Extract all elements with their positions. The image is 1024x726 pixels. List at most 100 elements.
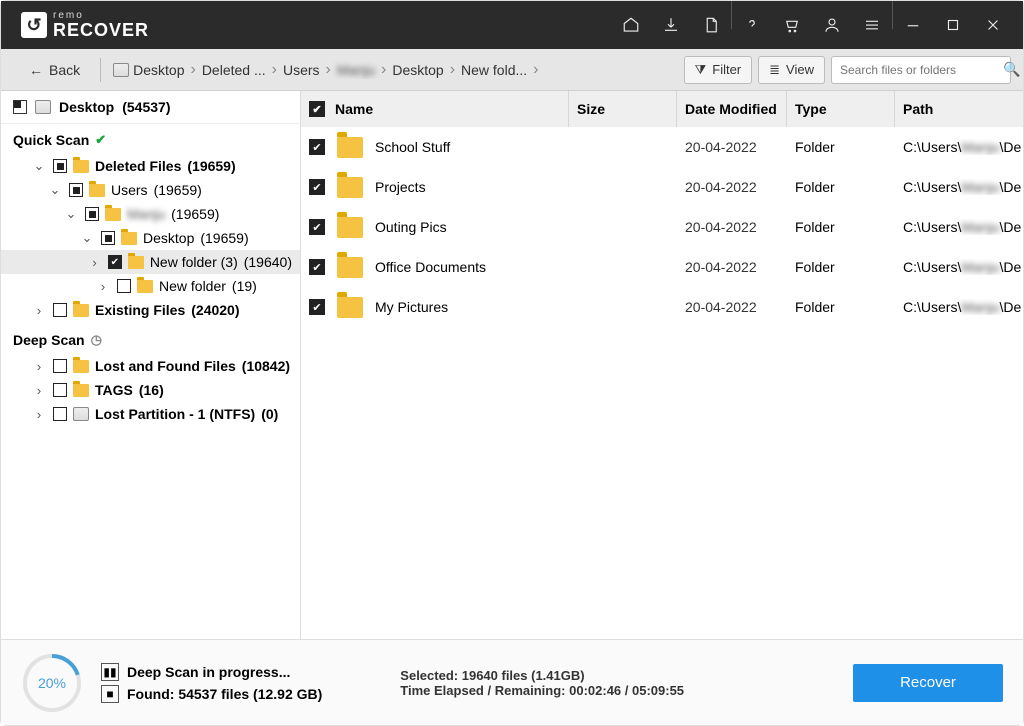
tree-row[interactable]: ⌄Users (19659) [1, 178, 300, 202]
tree-label: Existing Files [95, 302, 185, 318]
col-name[interactable]: Name [335, 101, 373, 117]
crumb[interactable]: Desktop [113, 62, 184, 78]
tree-count: (19659) [171, 206, 219, 222]
col-size[interactable]: Size [577, 101, 605, 117]
crumb-label: Desktop [392, 62, 443, 78]
view-button[interactable]: ≣ View [758, 56, 825, 84]
select-all-checkbox[interactable]: ✔ [309, 101, 325, 117]
checkbox[interactable] [53, 159, 67, 173]
chevron-right-icon: › [272, 61, 277, 79]
twisty-icon[interactable]: › [31, 383, 47, 398]
maximize-icon[interactable] [933, 1, 973, 49]
cell-date: 20-04-2022 [677, 179, 787, 195]
tree-label: Manju [127, 206, 165, 222]
checkbox[interactable] [53, 383, 67, 397]
checkbox[interactable] [85, 207, 99, 221]
tree-row[interactable]: ›Existing Files (24020) [1, 298, 300, 322]
recover-button[interactable]: Recover [853, 664, 1003, 702]
tree-row[interactable]: ⌄Deleted Files (19659) [1, 154, 300, 178]
crumb[interactable]: New fold... [461, 62, 527, 78]
file-row[interactable]: ✔School Stuff20-04-2022FolderC:\Users\Ma… [301, 127, 1023, 167]
filter-button[interactable]: ⧩ Filter [684, 56, 753, 84]
download-icon[interactable] [651, 1, 691, 49]
tree-row[interactable]: ⌄ Manju (19659) [1, 202, 300, 226]
tree-row[interactable]: ›Lost and Found Files (10842) [1, 354, 300, 378]
cart-icon[interactable] [772, 1, 812, 49]
checkbox[interactable] [53, 407, 67, 421]
folder-icon [337, 297, 363, 318]
page-icon[interactable] [691, 1, 731, 49]
status-bar: 20% ▮▮ Deep Scan in progress... ■ Found:… [1, 639, 1023, 725]
checkbox[interactable] [53, 303, 67, 317]
col-date[interactable]: Date Modified [685, 101, 777, 117]
stop-icon[interactable]: ■ [101, 685, 119, 703]
col-path[interactable]: Path [903, 101, 933, 117]
col-type[interactable]: Type [795, 101, 827, 117]
tree-row[interactable]: ›Lost Partition - 1 (NTFS) (0) [1, 402, 300, 426]
row-checkbox[interactable]: ✔ [309, 299, 325, 315]
check-icon: ✔ [95, 132, 106, 148]
menu-icon[interactable] [852, 1, 892, 49]
row-checkbox[interactable]: ✔ [309, 219, 325, 235]
file-row[interactable]: ✔Office Documents20-04-2022FolderC:\User… [301, 247, 1023, 287]
tree-count: (10842) [242, 358, 290, 374]
cell-path: C:\Users\Manju\De [895, 179, 1023, 195]
cell-path: C:\Users\Manju\De [895, 219, 1023, 235]
tree-row[interactable]: ›✔New folder (3) (19640) [1, 250, 300, 274]
progress-ring: 20% [21, 652, 83, 714]
search-box[interactable]: 🔍 [831, 56, 1011, 84]
twisty-icon[interactable]: ⌄ [63, 206, 79, 222]
search-icon[interactable]: 🔍 [1003, 61, 1020, 78]
twisty-icon[interactable]: › [95, 279, 111, 294]
folder-icon [337, 177, 363, 198]
drive-icon [35, 100, 51, 114]
minimize-icon[interactable] [893, 1, 933, 49]
checkbox[interactable] [101, 231, 115, 245]
home-icon[interactable] [611, 1, 651, 49]
root-checkbox[interactable] [13, 100, 27, 114]
tree-row[interactable]: ›New folder (19) [1, 274, 300, 298]
user-icon[interactable] [812, 1, 852, 49]
twisty-icon[interactable]: ⌄ [31, 158, 47, 174]
time-label: Time Elapsed / Remaining: [400, 683, 565, 698]
view-label: View [786, 62, 814, 77]
sidebar-root[interactable]: Desktop (54537) [1, 91, 300, 124]
tree-row[interactable]: ›TAGS (16) [1, 378, 300, 402]
crumb[interactable]: Manju [337, 62, 375, 78]
checkbox[interactable] [53, 359, 67, 373]
file-row[interactable]: ✔My Pictures20-04-2022FolderC:\Users\Man… [301, 287, 1023, 327]
twisty-icon[interactable]: › [31, 303, 47, 318]
cell-date: 20-04-2022 [677, 219, 787, 235]
file-name: Outing Pics [375, 219, 447, 235]
pause-icon[interactable]: ▮▮ [101, 663, 119, 681]
back-button[interactable]: ← Back [21, 58, 88, 82]
app-logo: ↺ remo RECOVER [21, 11, 149, 39]
row-checkbox[interactable]: ✔ [309, 259, 325, 275]
deep-scan-section: Deep Scan ◷ [1, 324, 300, 352]
twisty-icon[interactable]: › [87, 255, 102, 270]
back-arrow-icon: ← [29, 62, 43, 78]
crumb-label: Desktop [133, 62, 184, 78]
row-checkbox[interactable]: ✔ [309, 179, 325, 195]
file-row[interactable]: ✔Projects20-04-2022FolderC:\Users\Manju\… [301, 167, 1023, 207]
crumb[interactable]: Users [283, 62, 320, 78]
help-icon[interactable] [732, 1, 772, 49]
tree-row[interactable]: ⌄Desktop (19659) [1, 226, 300, 250]
file-row[interactable]: ✔Outing Pics20-04-2022FolderC:\Users\Man… [301, 207, 1023, 247]
twisty-icon[interactable]: › [31, 407, 47, 422]
brand-bottom: RECOVER [53, 21, 149, 39]
crumb[interactable]: Desktop [392, 62, 443, 78]
crumb[interactable]: Deleted ... [202, 62, 266, 78]
row-checkbox[interactable]: ✔ [309, 139, 325, 155]
checkbox[interactable]: ✔ [108, 255, 122, 269]
twisty-icon[interactable]: ⌄ [47, 182, 63, 198]
checkbox[interactable] [117, 279, 131, 293]
search-input[interactable] [832, 63, 1003, 77]
found-value: 54537 files (12.92 GB) [178, 686, 322, 702]
twisty-icon[interactable]: ⌄ [79, 230, 95, 246]
close-icon[interactable] [973, 1, 1013, 49]
tree-count: (19659) [200, 230, 248, 246]
checkbox[interactable] [69, 183, 83, 197]
twisty-icon[interactable]: › [31, 359, 47, 374]
tree-count: (19640) [244, 254, 292, 270]
